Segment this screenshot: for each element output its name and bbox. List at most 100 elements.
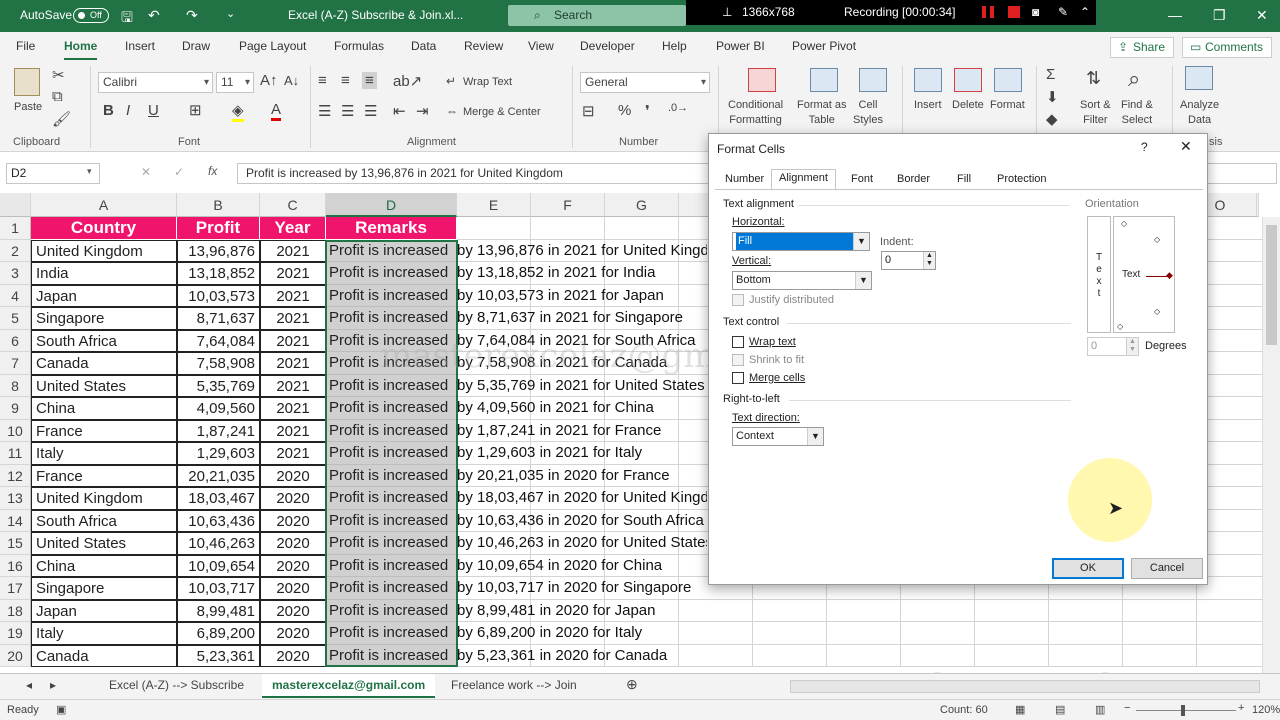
close-icon[interactable]: ✕ <box>1256 7 1268 24</box>
tab-fill[interactable]: Fill <box>950 171 978 189</box>
empty-cell[interactable] <box>1197 329 1271 352</box>
empty-cell[interactable] <box>975 622 1049 645</box>
empty-cell[interactable] <box>827 622 901 645</box>
vertical-scrollbar[interactable] <box>1262 217 1280 673</box>
name-box[interactable]: D2 <box>6 163 100 184</box>
profit-cell[interactable]: 10,46,263 <box>177 532 260 555</box>
year-cell[interactable]: 2020 <box>260 532 326 555</box>
empty-cell[interactable] <box>531 217 605 240</box>
sheet-nav-prev-icon[interactable]: ◂ <box>26 678 32 692</box>
country-cell[interactable]: China <box>31 554 177 577</box>
remarks-cell[interactable]: Profit is increased <box>326 644 457 667</box>
analyze-data-button[interactable]: Analyze Data <box>1180 98 1219 128</box>
tab-draw[interactable]: Draw <box>182 39 210 53</box>
country-cell[interactable]: Italy <box>31 442 177 465</box>
year-cell[interactable]: 2020 <box>260 599 326 622</box>
maximize-icon[interactable]: ❐ <box>1213 7 1226 24</box>
remarks-cell[interactable]: Profit is increased <box>326 464 457 487</box>
wrap-text-icon[interactable]: ↵ <box>446 74 456 88</box>
empty-cell[interactable] <box>827 599 901 622</box>
sort-filter-button[interactable]: Sort & Filter <box>1080 98 1111 128</box>
redo-icon[interactable]: ↷ <box>186 7 198 24</box>
tab-help[interactable]: Help <box>662 39 687 53</box>
remarks-cell[interactable]: Profit is increased <box>326 262 457 285</box>
country-cell[interactable]: Canada <box>31 352 177 375</box>
profit-cell[interactable]: 8,99,481 <box>177 599 260 622</box>
save-icon[interactable]: 🖫 <box>121 7 133 31</box>
empty-cell[interactable] <box>1197 532 1271 555</box>
remarks-cell[interactable]: Profit is increased <box>326 442 457 465</box>
ok-button[interactable]: OK <box>1052 558 1124 579</box>
country-cell[interactable]: South Africa <box>31 329 177 352</box>
indent-spinner[interactable]: 0 ▲ ▼ <box>881 251 936 270</box>
column-header-e[interactable]: E <box>457 193 531 217</box>
row-header[interactable]: 8 <box>0 374 31 397</box>
year-cell[interactable]: 2020 <box>260 509 326 532</box>
underline-icon[interactable]: U <box>148 102 159 119</box>
sheet-tab-email[interactable]: masterexcelaz@gmail.com <box>262 674 436 698</box>
profit-cell[interactable]: 13,96,876 <box>177 239 260 262</box>
row-header[interactable]: 5 <box>0 307 31 330</box>
row-header[interactable]: 15 <box>0 532 31 555</box>
year-cell[interactable]: 2021 <box>260 374 326 397</box>
autosum-icon[interactable]: Σ <box>1046 66 1055 83</box>
tab-developer[interactable]: Developer <box>580 39 635 53</box>
country-cell[interactable]: Japan <box>31 284 177 307</box>
dialog-close-button[interactable]: ✕ <box>1180 138 1192 155</box>
remarks-cell[interactable]: Profit is increased <box>326 374 457 397</box>
vertical-select[interactable]: Bottom ▼ <box>732 271 872 290</box>
empty-cell[interactable] <box>1049 644 1123 667</box>
profit-cell[interactable]: 4,09,560 <box>177 397 260 420</box>
country-cell[interactable]: Canada <box>31 644 177 667</box>
undo-icon[interactable]: ↶ <box>148 7 160 24</box>
empty-cell[interactable] <box>1197 554 1271 577</box>
remarks-cell[interactable]: Profit is increased <box>326 554 457 577</box>
profit-cell[interactable]: 7,58,908 <box>177 352 260 375</box>
profit-cell[interactable]: 5,35,769 <box>177 374 260 397</box>
profit-cell[interactable]: 10,63,436 <box>177 509 260 532</box>
camera-icon[interactable]: ◙ <box>1032 5 1039 19</box>
tab-review[interactable]: Review <box>464 39 503 53</box>
country-cell[interactable]: South Africa <box>31 509 177 532</box>
justify-distributed-checkbox[interactable] <box>732 294 744 306</box>
clear-icon[interactable]: ◆ <box>1046 110 1058 128</box>
align-middle-icon[interactable]: ≡ <box>341 72 350 89</box>
text-direction-select[interactable]: Context ▼ <box>732 427 824 446</box>
row-header[interactable]: 12 <box>0 464 31 487</box>
empty-cell[interactable] <box>901 622 975 645</box>
year-cell[interactable]: 2020 <box>260 644 326 667</box>
insert-function-icon[interactable]: fx <box>208 164 217 178</box>
empty-cell[interactable] <box>1197 509 1271 532</box>
country-cell[interactable]: United Kingdom <box>31 239 177 262</box>
year-cell[interactable]: 2021 <box>260 239 326 262</box>
row-header[interactable]: 11 <box>0 442 31 465</box>
tab-power-pivot[interactable]: Power Pivot <box>792 39 856 53</box>
percent-icon[interactable]: % <box>618 102 631 119</box>
empty-cell[interactable] <box>605 217 679 240</box>
year-cell[interactable]: 2020 <box>260 577 326 600</box>
zoom-slider-thumb[interactable] <box>1181 705 1185 716</box>
empty-cell[interactable] <box>1197 262 1271 285</box>
cell-styles-icon[interactable] <box>859 68 887 92</box>
cell-styles-button[interactable]: Cell Styles <box>853 98 883 128</box>
font-color-icon[interactable]: A <box>271 101 282 121</box>
column-header-a[interactable]: A <box>31 193 177 217</box>
borders-icon[interactable]: ⊞ <box>189 101 202 119</box>
empty-cell[interactable] <box>1197 239 1271 262</box>
empty-cell[interactable] <box>901 644 975 667</box>
align-right-icon[interactable]: ☰ <box>364 102 377 120</box>
row-header[interactable]: 3 <box>0 262 31 285</box>
row-header[interactable]: 17 <box>0 577 31 600</box>
empty-cell[interactable] <box>1197 217 1271 240</box>
conditional-formatting-icon[interactable] <box>748 68 776 92</box>
country-cell[interactable]: India <box>31 262 177 285</box>
normal-view-icon[interactable]: ▦ <box>1015 703 1025 716</box>
horizontal-select[interactable]: Fill ▼ <box>732 232 870 251</box>
remarks-cell[interactable]: Profit is increased <box>326 509 457 532</box>
profit-cell[interactable]: 8,71,637 <box>177 307 260 330</box>
profit-cell[interactable]: 20,21,035 <box>177 464 260 487</box>
country-cell[interactable]: France <box>31 419 177 442</box>
remarks-cell[interactable]: Profit is increased <box>326 397 457 420</box>
empty-cell[interactable] <box>1197 464 1271 487</box>
year-cell[interactable]: 2020 <box>260 487 326 510</box>
